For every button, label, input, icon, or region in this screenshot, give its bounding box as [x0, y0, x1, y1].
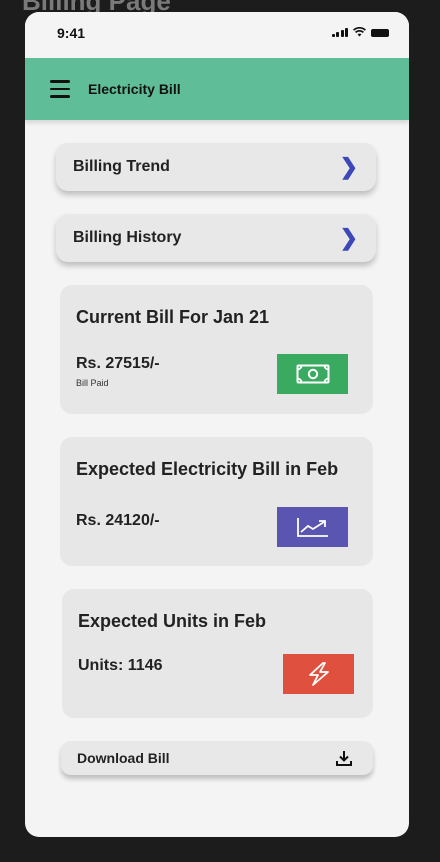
cash-icon[interactable] [277, 354, 348, 394]
expected-units-title: Expected Units in Feb [78, 611, 267, 631]
wifi-icon [353, 27, 366, 37]
chevron-right-icon: ❯ [339, 154, 358, 179]
app-header: Electricity Bill [25, 58, 409, 120]
status-time: 9:41 [57, 25, 86, 41]
current-bill-title: Current Bill For Jan 21 [76, 307, 270, 327]
bill-status: Bill Paid [76, 378, 109, 388]
expected-units-value: Units: 1146 [78, 657, 163, 674]
battery-icon [371, 29, 389, 37]
download-bill-button[interactable]: Download Bill [61, 741, 373, 775]
current-bill-amount: Rs. 27515/- [76, 355, 160, 372]
current-bill-card: Current Bill For Jan 21 Rs. 27515/- Bill… [60, 285, 373, 414]
download-icon [336, 751, 352, 766]
app-title: Electricity Bill [88, 81, 181, 97]
billing-trend-button[interactable]: Billing Trend ❯ [56, 143, 376, 191]
lightning-icon[interactable] [283, 654, 354, 694]
billing-trend-label: Billing Trend [73, 158, 170, 175]
expected-units-card: Expected Units in Feb Units: 1146 [62, 589, 373, 718]
status-icons [331, 27, 389, 37]
chevron-right-icon: ❯ [339, 225, 358, 250]
expected-bill-card: Expected Electricity Bill in Feb Rs. 241… [60, 437, 373, 566]
signal-icon [331, 27, 348, 37]
billing-history-button[interactable]: Billing History ❯ [56, 214, 376, 262]
expected-bill-title: Expected Electricity Bill in Feb [76, 459, 339, 479]
expected-bill-amount: Rs. 24120/- [76, 512, 160, 529]
trend-up-icon[interactable] [277, 507, 348, 547]
menu-icon[interactable] [50, 80, 70, 98]
phone-screen: 9:41 Electricity Bill Billing Trend ❯ Bi… [25, 12, 409, 837]
status-bar: 9:41 [25, 12, 409, 58]
billing-history-label: Billing History [73, 229, 182, 246]
download-bill-label: Download Bill [77, 750, 170, 766]
